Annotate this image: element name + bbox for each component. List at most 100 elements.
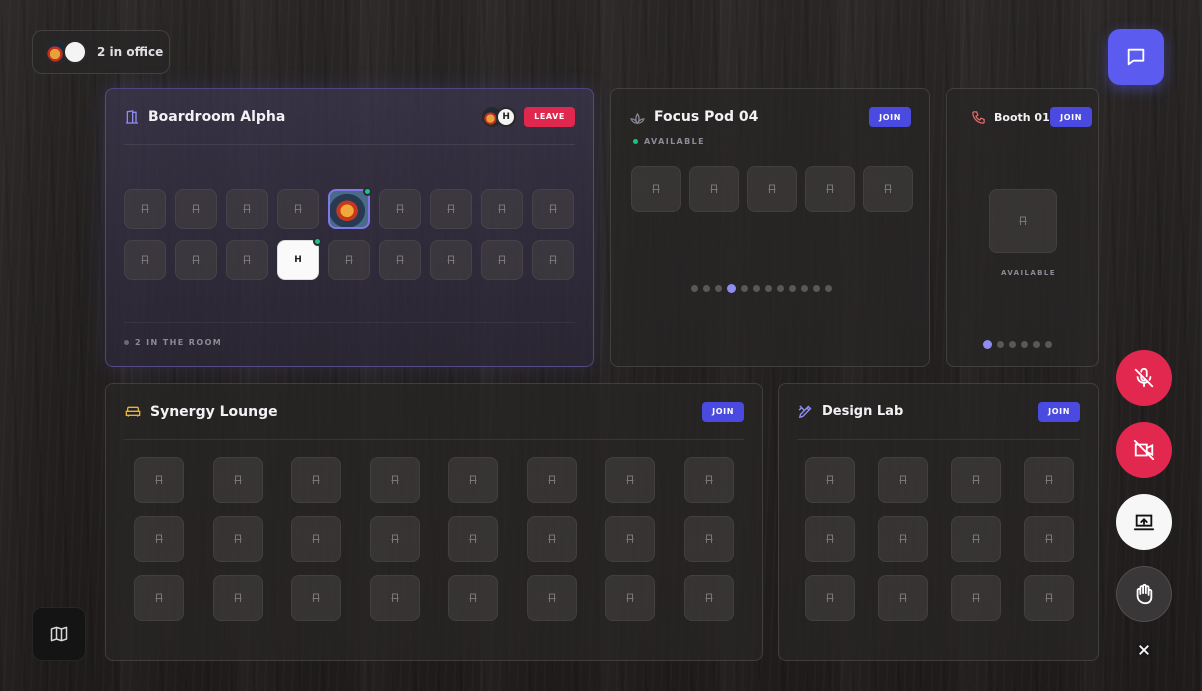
seat[interactable]	[291, 457, 341, 503]
page-dot[interactable]	[1009, 341, 1016, 348]
chair-icon	[234, 593, 241, 602]
page-dot[interactable]	[1021, 341, 1028, 348]
page-indicator[interactable]	[983, 340, 1052, 349]
room-name: Design Lab	[822, 404, 904, 419]
seat[interactable]	[212, 457, 263, 503]
room-booth-01[interactable]: Booth 01 JOIN AVAILABLE	[946, 88, 1099, 367]
seat[interactable]	[951, 575, 1001, 621]
seat[interactable]	[369, 516, 420, 562]
room-focus-pod-04[interactable]: Focus Pod 04 JOIN AVAILABLE	[610, 88, 930, 367]
seat[interactable]	[226, 189, 268, 229]
map-button[interactable]	[32, 607, 86, 661]
join-button[interactable]: JOIN	[1050, 107, 1092, 127]
join-button[interactable]: JOIN	[1038, 401, 1080, 422]
seat[interactable]	[951, 457, 1001, 503]
seat[interactable]	[448, 516, 498, 562]
seat[interactable]	[683, 457, 734, 503]
page-dot[interactable]	[741, 285, 748, 292]
leave-button[interactable]: LEAVE	[524, 106, 575, 127]
seat[interactable]	[124, 240, 166, 280]
seat[interactable]	[369, 575, 420, 621]
seat[interactable]	[175, 189, 217, 229]
seat[interactable]	[212, 575, 263, 621]
seat[interactable]	[747, 166, 797, 212]
seat[interactable]	[532, 189, 574, 229]
seat[interactable]	[878, 457, 928, 503]
seat[interactable]	[989, 189, 1057, 253]
join-button[interactable]: JOIN	[702, 401, 744, 422]
page-dot[interactable]	[825, 285, 832, 292]
mic-toggle-button[interactable]	[1116, 350, 1172, 406]
seat[interactable]	[683, 575, 734, 621]
seat[interactable]	[134, 516, 184, 562]
page-dot[interactable]	[997, 341, 1004, 348]
seat[interactable]	[175, 240, 217, 280]
seat[interactable]	[481, 189, 523, 229]
room-boardroom-alpha[interactable]: Boardroom Alpha H LEAVE H 2 IN THE ROOM	[105, 88, 594, 367]
seat[interactable]	[805, 575, 855, 621]
seat[interactable]	[448, 457, 498, 503]
seat[interactable]	[328, 240, 370, 280]
page-dot[interactable]	[765, 285, 772, 292]
seat[interactable]	[805, 516, 855, 562]
seat[interactable]	[379, 240, 421, 280]
office-presence[interactable]: 2 in office	[32, 30, 170, 74]
seat[interactable]	[526, 575, 577, 621]
page-dot[interactable]	[703, 285, 710, 292]
page-dot[interactable]	[983, 340, 992, 349]
camera-toggle-button[interactable]	[1116, 422, 1172, 478]
seat[interactable]	[878, 516, 928, 562]
page-indicator[interactable]	[691, 284, 832, 293]
seat[interactable]	[878, 575, 928, 621]
seat[interactable]	[526, 516, 577, 562]
seat[interactable]	[369, 457, 420, 503]
seat[interactable]	[605, 457, 655, 503]
page-dot[interactable]	[777, 285, 784, 292]
seat[interactable]	[212, 516, 263, 562]
seat[interactable]	[605, 575, 655, 621]
join-button[interactable]: JOIN	[869, 107, 911, 127]
page-dot[interactable]	[727, 284, 736, 293]
seat[interactable]	[430, 189, 472, 229]
seat[interactable]	[448, 575, 498, 621]
seat[interactable]	[532, 240, 574, 280]
seat[interactable]	[683, 516, 734, 562]
seat[interactable]	[291, 516, 341, 562]
close-button[interactable]	[1134, 640, 1154, 660]
page-dot[interactable]	[789, 285, 796, 292]
seat[interactable]	[689, 166, 739, 212]
page-dot[interactable]	[691, 285, 698, 292]
seat[interactable]	[1024, 457, 1074, 503]
seat[interactable]	[134, 457, 184, 503]
seat[interactable]	[124, 189, 166, 229]
seat[interactable]	[805, 457, 855, 503]
page-dot[interactable]	[1045, 341, 1052, 348]
seat[interactable]	[277, 189, 319, 229]
seat[interactable]	[291, 575, 341, 621]
seat[interactable]	[481, 240, 523, 280]
seat[interactable]	[526, 457, 577, 503]
seat[interactable]	[1024, 575, 1074, 621]
room-synergy-lounge[interactable]: Synergy Lounge JOIN	[105, 383, 763, 661]
seat-occupied[interactable]	[328, 187, 372, 229]
seat-occupied[interactable]: H	[277, 237, 322, 280]
page-dot[interactable]	[1033, 341, 1040, 348]
page-dot[interactable]	[813, 285, 820, 292]
seat[interactable]	[863, 166, 913, 212]
seat[interactable]	[1024, 516, 1074, 562]
page-dot[interactable]	[801, 285, 808, 292]
seat[interactable]	[631, 166, 681, 212]
seat[interactable]	[226, 240, 268, 280]
page-dot[interactable]	[753, 285, 760, 292]
seat[interactable]	[805, 166, 855, 212]
raise-hand-button[interactable]	[1116, 566, 1172, 622]
seat[interactable]	[379, 189, 421, 229]
screen-share-button[interactable]	[1116, 494, 1172, 550]
chat-button[interactable]	[1108, 29, 1164, 85]
page-dot[interactable]	[715, 285, 722, 292]
seat[interactable]	[605, 516, 655, 562]
seat[interactable]	[430, 240, 472, 280]
room-design-lab[interactable]: Design Lab JOIN	[778, 383, 1099, 661]
seat[interactable]	[134, 575, 184, 621]
seat[interactable]	[951, 516, 1001, 562]
